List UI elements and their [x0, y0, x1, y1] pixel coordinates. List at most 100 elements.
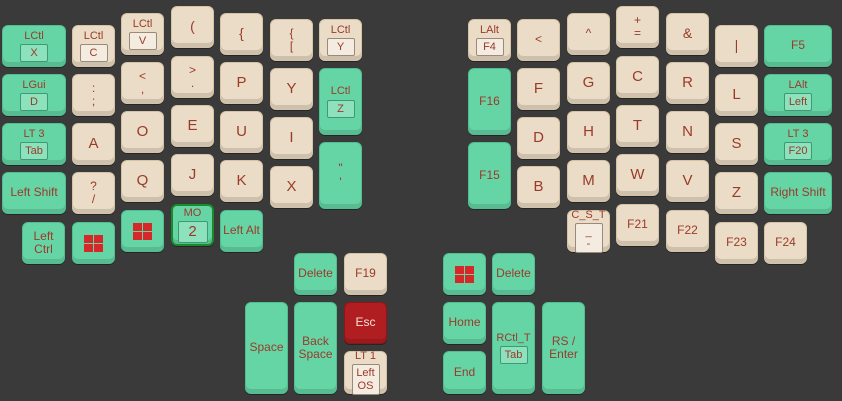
key-lctl-x[interactable]: LCtl X [2, 25, 66, 67]
key-lctl-z[interactable]: LCtl Z [319, 68, 362, 135]
key-lt3-f20[interactable]: LT 3 F20 [764, 123, 832, 165]
windows-logo-icon [84, 234, 103, 252]
key-tap-label: Tab [499, 346, 528, 365]
keyboard-layout: LCtl X LCtl C LCtl V ({{ [LCtl Y LGui D: ; < , > . P… [0, 0, 842, 401]
key-lt[interactable]: < [517, 19, 560, 61]
key-label: F16 [479, 93, 500, 108]
key-label: Y [286, 79, 297, 97]
key-cst-minus[interactable]: C_S_T _ - [567, 209, 610, 254]
key-lt1-leftos[interactable]: LT 1 Left OS [344, 350, 387, 395]
key-v[interactable]: V [666, 160, 709, 202]
key-comma[interactable]: < , [121, 62, 164, 104]
key-f16[interactable]: F16 [468, 68, 511, 135]
key-label: Esc [355, 315, 376, 330]
key-lgui-d[interactable]: LGui D [2, 74, 66, 116]
key-j[interactable]: J [171, 154, 214, 196]
key-end[interactable]: End [443, 351, 486, 394]
key-i[interactable]: I [270, 117, 313, 159]
key-label: V [682, 171, 693, 189]
key-quote[interactable]: " ' [319, 142, 362, 209]
key-u[interactable]: U [220, 111, 263, 153]
key-hold-label: LT 1 [355, 350, 376, 363]
key-x[interactable]: X [270, 166, 313, 208]
key-delete-left[interactable]: Delete [294, 253, 337, 295]
key-label: G [582, 73, 595, 91]
key-f15[interactable]: F15 [468, 142, 511, 209]
key-lctl-y[interactable]: LCtl Y [319, 19, 362, 61]
key-h[interactable]: H [567, 111, 610, 153]
key-left-alt[interactable]: Left Alt [220, 210, 263, 252]
key-space[interactable]: Space [245, 302, 288, 394]
key-period[interactable]: > . [171, 56, 214, 98]
key-right-shift[interactable]: Right Shift [764, 172, 832, 214]
key-w[interactable]: W [616, 154, 659, 196]
key-delete-right[interactable]: Delete [492, 253, 535, 295]
key-hold-label: LT 3 [23, 127, 45, 140]
key-label: K [236, 171, 247, 189]
key-left-ctrl[interactable]: Left Ctrl [22, 222, 65, 264]
key-g[interactable]: G [567, 62, 610, 104]
key-r[interactable]: R [666, 62, 709, 104]
key-left-gui-2[interactable] [121, 210, 164, 252]
key-label: | [734, 37, 739, 54]
key-caret[interactable]: ^ [567, 13, 610, 55]
key-f23[interactable]: F23 [715, 222, 758, 264]
key-p[interactable]: P [220, 62, 263, 104]
key-k[interactable]: K [220, 160, 263, 202]
key-left-shift[interactable]: Left Shift [2, 172, 66, 214]
key-f21[interactable]: F21 [616, 204, 659, 246]
key-label: T [632, 116, 643, 134]
key-home[interactable]: Home [443, 302, 486, 344]
key-c[interactable]: C [616, 56, 659, 98]
key-lctl-v[interactable]: LCtl V [121, 13, 164, 55]
key-s[interactable]: S [715, 123, 758, 165]
key-plus-eq[interactable]: + = [616, 6, 659, 48]
key-label: F15 [479, 167, 500, 182]
key-bracket-open[interactable]: { [ [270, 19, 313, 61]
key-label: Left Alt [223, 223, 260, 238]
key-lalt-left[interactable]: LAlt Left [764, 74, 832, 116]
key-label: RS / Enter [549, 333, 578, 361]
key-backspace[interactable]: Back Space [294, 302, 337, 394]
key-amp[interactable]: & [666, 13, 709, 55]
key-z[interactable]: Z [715, 172, 758, 214]
key-slash[interactable]: ? / [72, 172, 115, 214]
key-label: E [187, 116, 198, 134]
key-left-gui[interactable] [72, 222, 115, 264]
key-d[interactable]: D [517, 117, 560, 159]
key-label: O [136, 122, 149, 140]
key-a[interactable]: A [72, 123, 115, 165]
key-lalt-f4[interactable]: LAlt F4 [468, 19, 511, 61]
key-mo2[interactable]: MO 2 [171, 204, 214, 246]
key-n[interactable]: N [666, 111, 709, 153]
key-t[interactable]: T [616, 105, 659, 147]
key-tap-label: D [20, 93, 48, 112]
key-paren-open[interactable]: ( [171, 6, 214, 48]
key-e[interactable]: E [171, 105, 214, 147]
key-label: Space [249, 340, 284, 355]
key-tap-label: Left OS [351, 364, 380, 395]
key-rs-enter[interactable]: RS / Enter [542, 302, 585, 394]
key-b[interactable]: B [517, 166, 560, 208]
key-m[interactable]: M [567, 160, 610, 202]
key-lt3-tab[interactable]: LT 3 Tab [2, 123, 66, 165]
key-f5[interactable]: F5 [764, 25, 832, 67]
key-label: X [286, 177, 297, 195]
key-f24[interactable]: F24 [764, 222, 807, 264]
key-o[interactable]: O [121, 111, 164, 153]
key-pipe[interactable]: | [715, 25, 758, 67]
key-label: F23 [726, 235, 747, 250]
key-l[interactable]: L [715, 74, 758, 116]
key-f22[interactable]: F22 [666, 210, 709, 252]
key-f[interactable]: F [517, 68, 560, 110]
key-rctl-tab[interactable]: RCtl_T Tab [492, 302, 535, 394]
key-f19[interactable]: F19 [344, 253, 387, 295]
key-label: F24 [775, 235, 796, 250]
key-semicolon[interactable]: : ; [72, 74, 115, 116]
key-right-gui[interactable] [443, 253, 486, 295]
key-esc[interactable]: Esc [344, 302, 387, 344]
key-y[interactable]: Y [270, 68, 313, 110]
key-lctl-c[interactable]: LCtl C [72, 25, 115, 67]
key-q[interactable]: Q [121, 160, 164, 202]
key-brace-open[interactable]: { [220, 13, 263, 55]
